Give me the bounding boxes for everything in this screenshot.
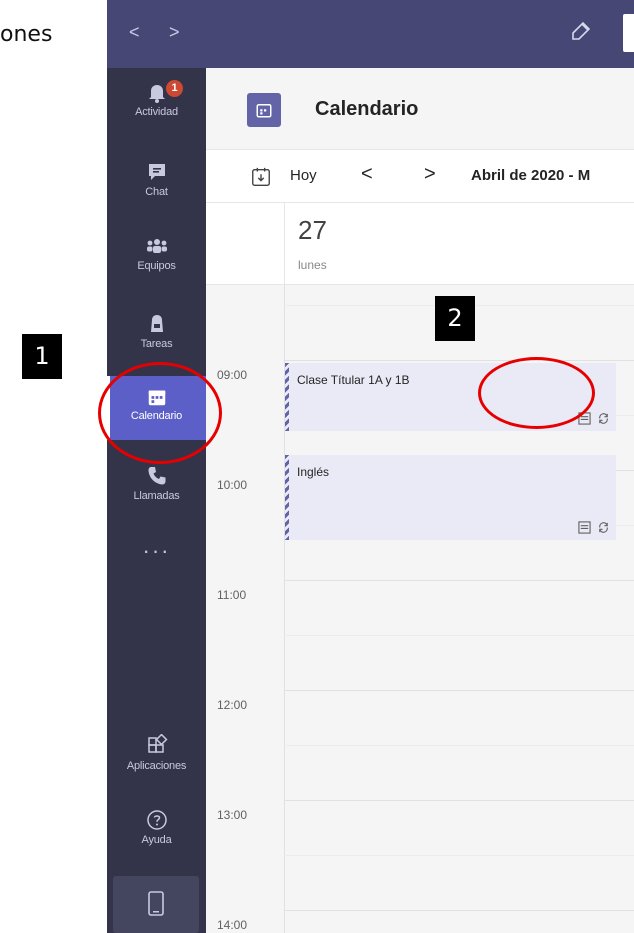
- help-icon: [146, 810, 167, 830]
- rail-item-actividad[interactable]: 1 Actividad: [107, 80, 206, 150]
- rail-item-equipos[interactable]: Equipos: [107, 234, 206, 304]
- phone-icon: [148, 467, 165, 485]
- time-label: 14:00: [217, 918, 248, 932]
- annotation-circle-calendar: [98, 362, 222, 464]
- hour-line: [284, 360, 634, 361]
- forward-button[interactable]: >: [169, 22, 180, 43]
- date-range-picker[interactable]: Abril de 2020 - M: [471, 167, 590, 184]
- rail-label: Actividad: [135, 106, 178, 118]
- rail-label: Equipos: [137, 260, 176, 272]
- hour-line: [284, 580, 634, 581]
- page-title: Calendario: [315, 98, 419, 120]
- more-apps-button[interactable]: ···: [107, 538, 206, 564]
- hour-line: [284, 800, 634, 801]
- day-column-header: 27 lunes: [206, 203, 634, 285]
- back-button[interactable]: <: [129, 22, 140, 43]
- activity-badge: 1: [166, 80, 183, 97]
- rail-item-chat[interactable]: Chat: [107, 160, 206, 230]
- new-chat-icon[interactable]: [569, 19, 593, 43]
- document-fragment-text: ones: [0, 22, 53, 47]
- bell-icon: [148, 85, 165, 103]
- search-box[interactable]: [623, 14, 634, 52]
- app-rail: 1 Actividad Chat Equipos Tareas Calendar…: [107, 68, 206, 933]
- rail-item-aplicaciones[interactable]: Aplicaciones: [107, 734, 206, 804]
- event-icons: [578, 521, 610, 534]
- time-label: 09:00: [217, 368, 248, 382]
- teams-icon: [146, 239, 167, 253]
- half-hour-line: [284, 855, 634, 856]
- rail-label: Llamadas: [133, 490, 180, 502]
- half-hour-line: [284, 635, 634, 636]
- calendar-toolbar: Hoy < > Abril de 2020 - M: [206, 150, 634, 203]
- recurring-icon: [599, 522, 608, 533]
- annotation-callout-1: 1: [22, 334, 62, 379]
- title-bar: < >: [107, 0, 634, 68]
- annotation-callout-2: 2: [435, 296, 475, 341]
- calendar-header-icon: [247, 93, 281, 127]
- hour-line: [284, 910, 634, 911]
- rail-label: Ayuda: [141, 834, 172, 846]
- backpack-icon: [150, 315, 163, 332]
- recurring-icon: [599, 413, 608, 424]
- day-number: 27: [298, 215, 327, 245]
- rail-label: Chat: [145, 186, 168, 198]
- time-label: 11:00: [217, 588, 247, 602]
- mobile-device-icon: [148, 891, 164, 916]
- time-label: 13:00: [217, 808, 248, 822]
- annotation-circle-event: [478, 357, 595, 429]
- event-title: Clase Títular 1A y 1B: [297, 373, 410, 387]
- calendar-event[interactable]: Inglés: [285, 455, 616, 540]
- today-icon[interactable]: [250, 166, 272, 188]
- event-title: Inglés: [297, 465, 330, 479]
- today-button[interactable]: Hoy: [290, 167, 317, 184]
- hour-line: [284, 690, 634, 691]
- apps-icon: [147, 734, 168, 753]
- calendar-header: Calendario: [206, 68, 634, 150]
- time-label: 12:00: [217, 698, 248, 712]
- meeting-icon: [578, 521, 591, 534]
- rail-item-ayuda[interactable]: Ayuda: [107, 808, 206, 878]
- rail-item-llamadas[interactable]: Llamadas: [107, 464, 206, 534]
- half-hour-line: [284, 745, 634, 746]
- chat-icon: [148, 164, 165, 180]
- day-name: lunes: [298, 258, 327, 272]
- rail-label: Tareas: [140, 338, 173, 350]
- rail-label: Aplicaciones: [126, 760, 187, 772]
- time-label: 10:00: [217, 478, 248, 492]
- previous-week-button[interactable]: <: [361, 163, 373, 186]
- next-week-button[interactable]: >: [424, 163, 436, 186]
- column-divider: [284, 203, 285, 284]
- calendar-main: Calendario Hoy < > Abril de 2020 - M 27 …: [206, 68, 634, 933]
- mobile-app-button[interactable]: [113, 876, 199, 933]
